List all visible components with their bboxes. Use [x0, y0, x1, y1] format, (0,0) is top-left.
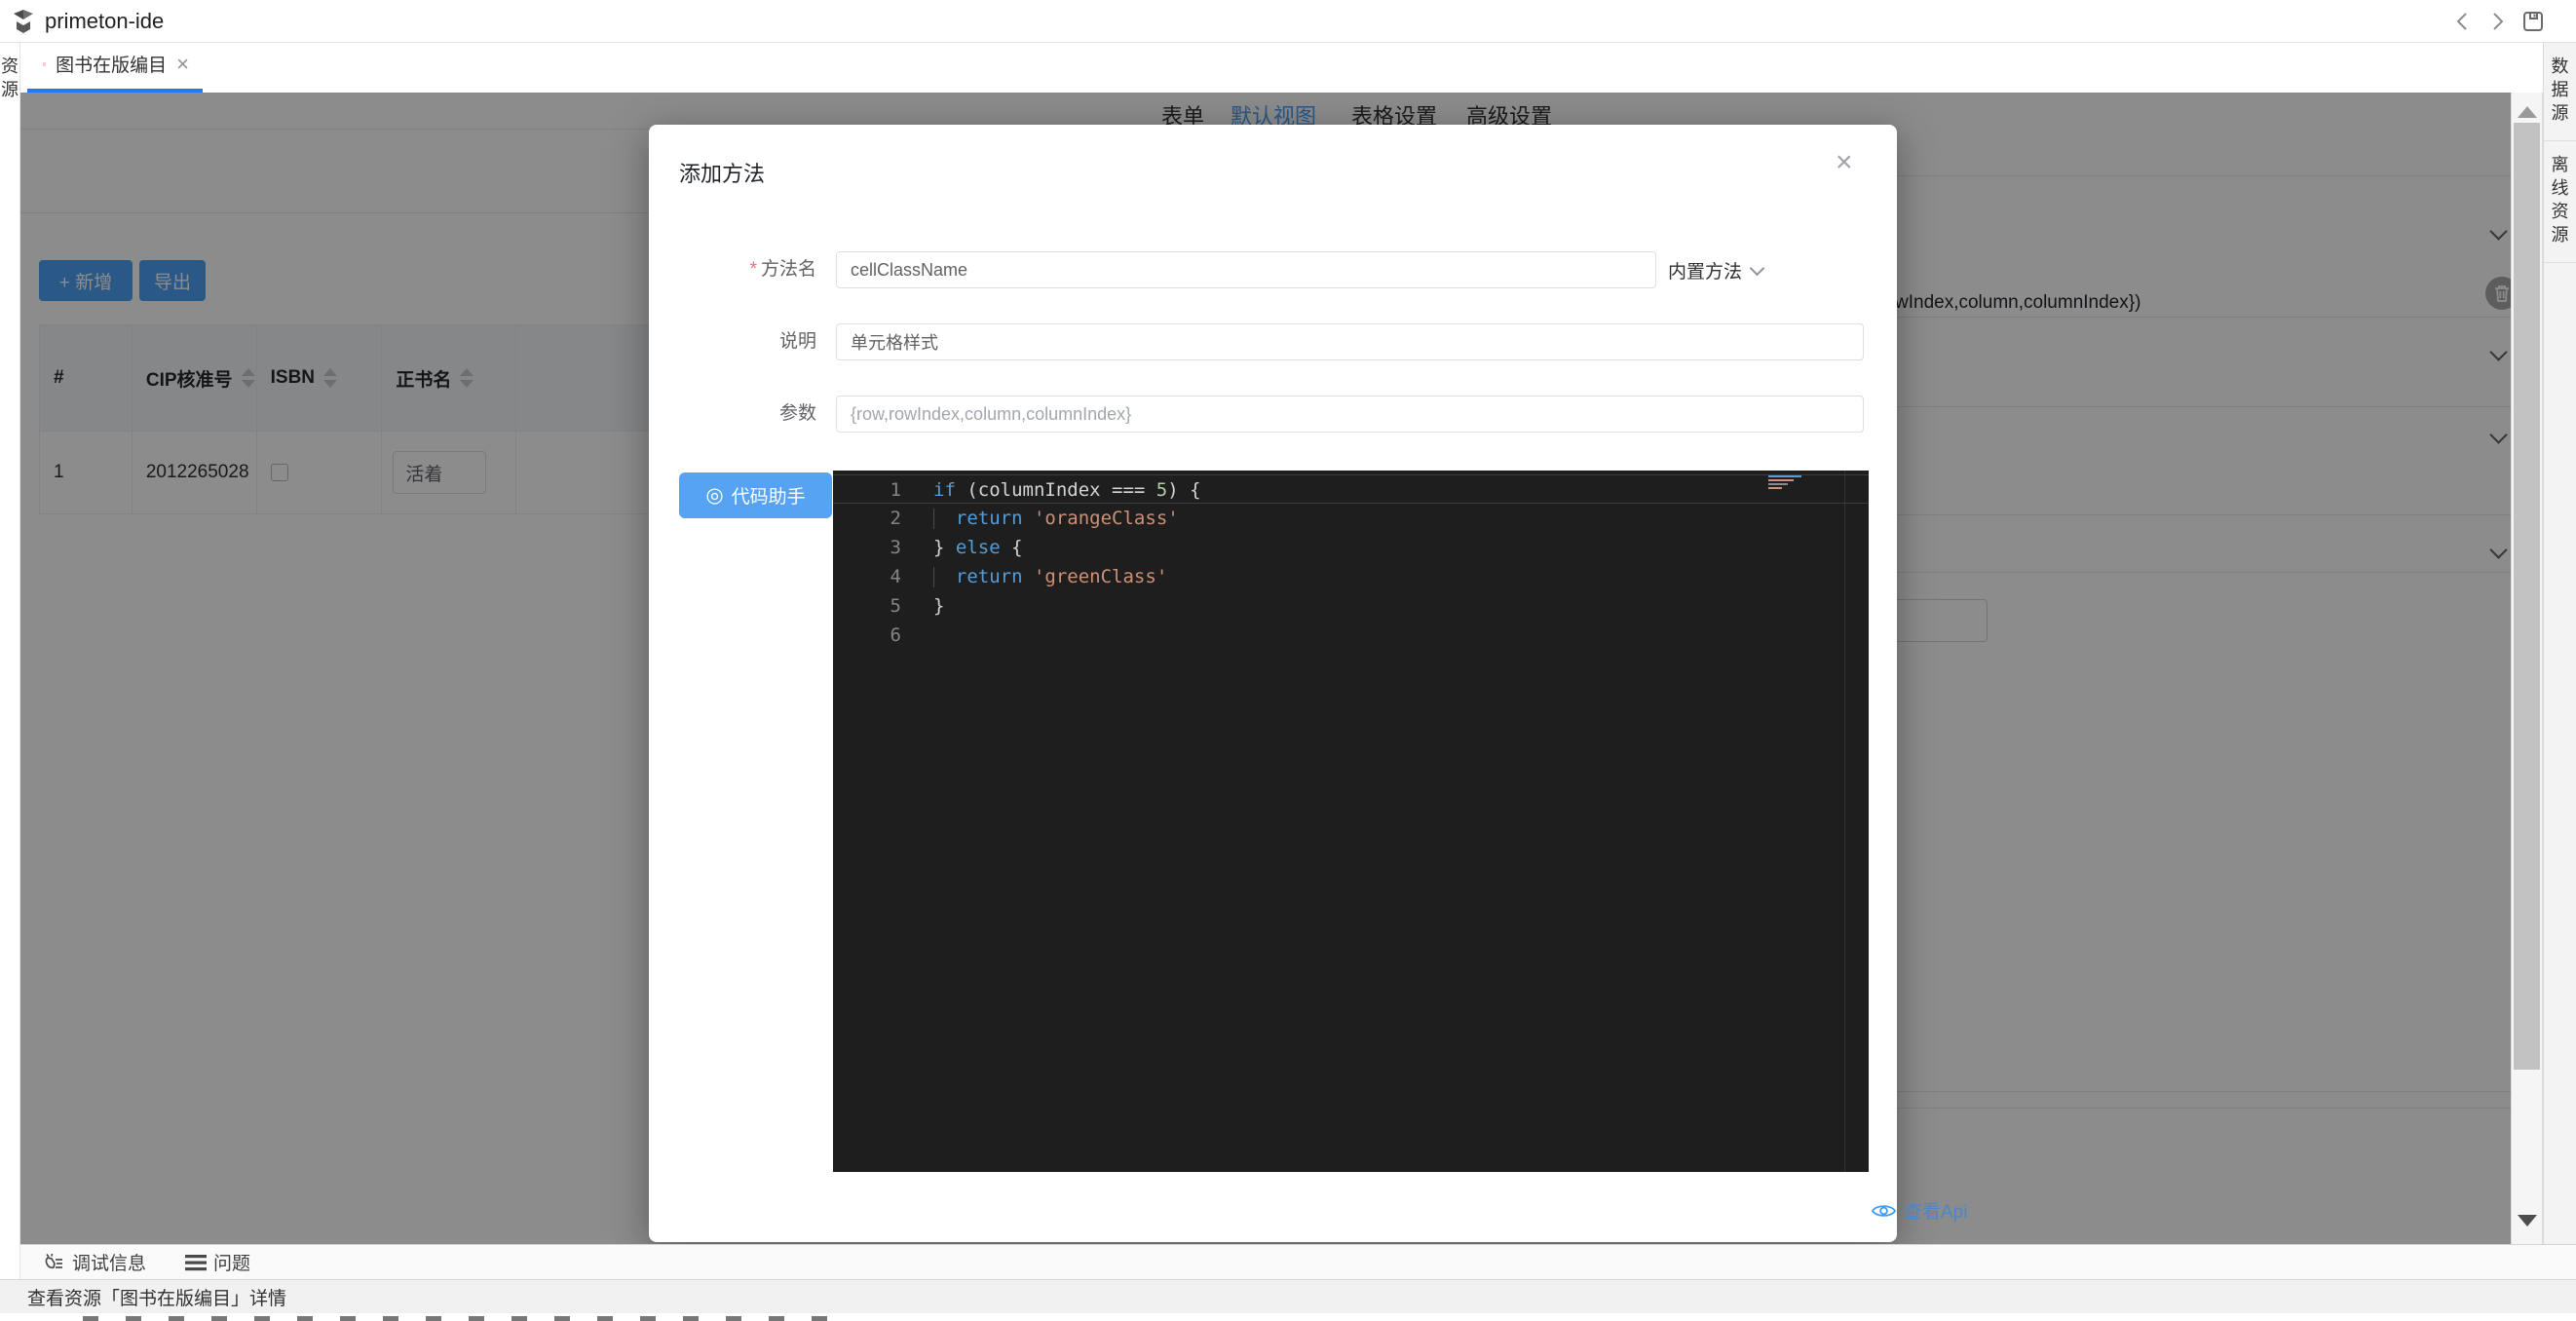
editor-line: 5}	[833, 591, 1869, 621]
code-editor[interactable]: 1if (columnIndex === 5) {2 return 'orang…	[833, 471, 1869, 1172]
close-icon[interactable]: ×	[1836, 148, 1853, 177]
add-method-modal: 添加方法 × *方法名 内置方法 说明 参数 ◎ 代码助手	[649, 125, 1897, 1242]
content-scrollbar	[2511, 93, 2543, 1244]
chevron-down-icon	[1750, 260, 1765, 276]
editor-line: 1if (columnIndex === 5) {	[833, 474, 1869, 504]
debug-icon	[44, 1252, 65, 1273]
scroll-down-arrow[interactable]	[2518, 1215, 2537, 1227]
save-icon[interactable]	[2521, 10, 2545, 33]
editor-line: 2 return 'orangeClass'	[833, 504, 1869, 533]
nav-back-icon[interactable]	[2451, 10, 2475, 33]
debug-info-button[interactable]: 调试信息	[44, 1249, 146, 1275]
app-logo-icon	[10, 8, 37, 35]
status-bar: 查看资源「图书在版编目」详情	[0, 1279, 2576, 1313]
nav-forward-icon[interactable]	[2485, 10, 2509, 33]
left-rail-item-resources[interactable]: 资源	[0, 55, 19, 101]
title-bar: primeton-ide	[0, 0, 2576, 43]
builtin-method-dropdown[interactable]: 内置方法	[1668, 251, 1762, 288]
status-text: 查看资源「图书在版编目」详情	[27, 1284, 286, 1310]
assistant-icon: ◎	[705, 485, 723, 506]
right-rail-item-0[interactable]: 数据源	[2544, 43, 2576, 141]
scrollbar-thumb[interactable]	[2514, 123, 2540, 1070]
editor-line: 4 return 'greenClass'	[833, 562, 1869, 591]
right-rail: 数据源离线资源	[2543, 43, 2576, 1244]
code-assistant-button[interactable]: ◎ 代码助手	[679, 472, 832, 518]
tab-bar: 图书在版编目 ×	[20, 43, 2511, 93]
page-content: 表单默认视图表格设置高级设置 + 新增 导出 #CIP核准号ISBN正书名 1 …	[20, 93, 2511, 1244]
problems-button[interactable]: 问题	[185, 1249, 250, 1275]
method-name-input[interactable]	[836, 251, 1656, 288]
document-icon	[43, 54, 46, 75]
field-label-method-name: *方法名	[649, 251, 816, 288]
bottom-toolbar: 调试信息 问题	[20, 1244, 2576, 1279]
modal-title: 添加方法	[679, 157, 765, 188]
tab-book-cip[interactable]: 图书在版编目 ×	[27, 43, 203, 93]
view-api-link[interactable]: 查看Api	[1872, 1197, 1967, 1224]
required-asterisk: *	[750, 259, 757, 280]
right-rail-item-1[interactable]: 离线资源	[2544, 141, 2576, 263]
editor-line: 3} else {	[833, 533, 1869, 562]
cutoff-text-row	[83, 1316, 843, 1321]
params-input[interactable]	[836, 396, 1864, 433]
eye-icon	[1872, 1202, 1896, 1220]
scroll-up-arrow[interactable]	[2518, 106, 2537, 118]
tab-close-icon[interactable]: ×	[176, 54, 189, 75]
field-label-description: 说明	[649, 323, 816, 360]
description-input[interactable]	[836, 323, 1864, 360]
list-icon	[185, 1253, 207, 1272]
tab-label: 图书在版编目	[56, 51, 167, 77]
editor-line: 6	[833, 621, 1869, 650]
left-rail: 资源	[0, 43, 20, 1279]
app-window: primeton-ide 资源 图书在版编目 × 表单默认视图表格设置高级设置 …	[0, 0, 2576, 1321]
app-title: primeton-ide	[45, 0, 164, 43]
field-label-params: 参数	[649, 396, 816, 433]
